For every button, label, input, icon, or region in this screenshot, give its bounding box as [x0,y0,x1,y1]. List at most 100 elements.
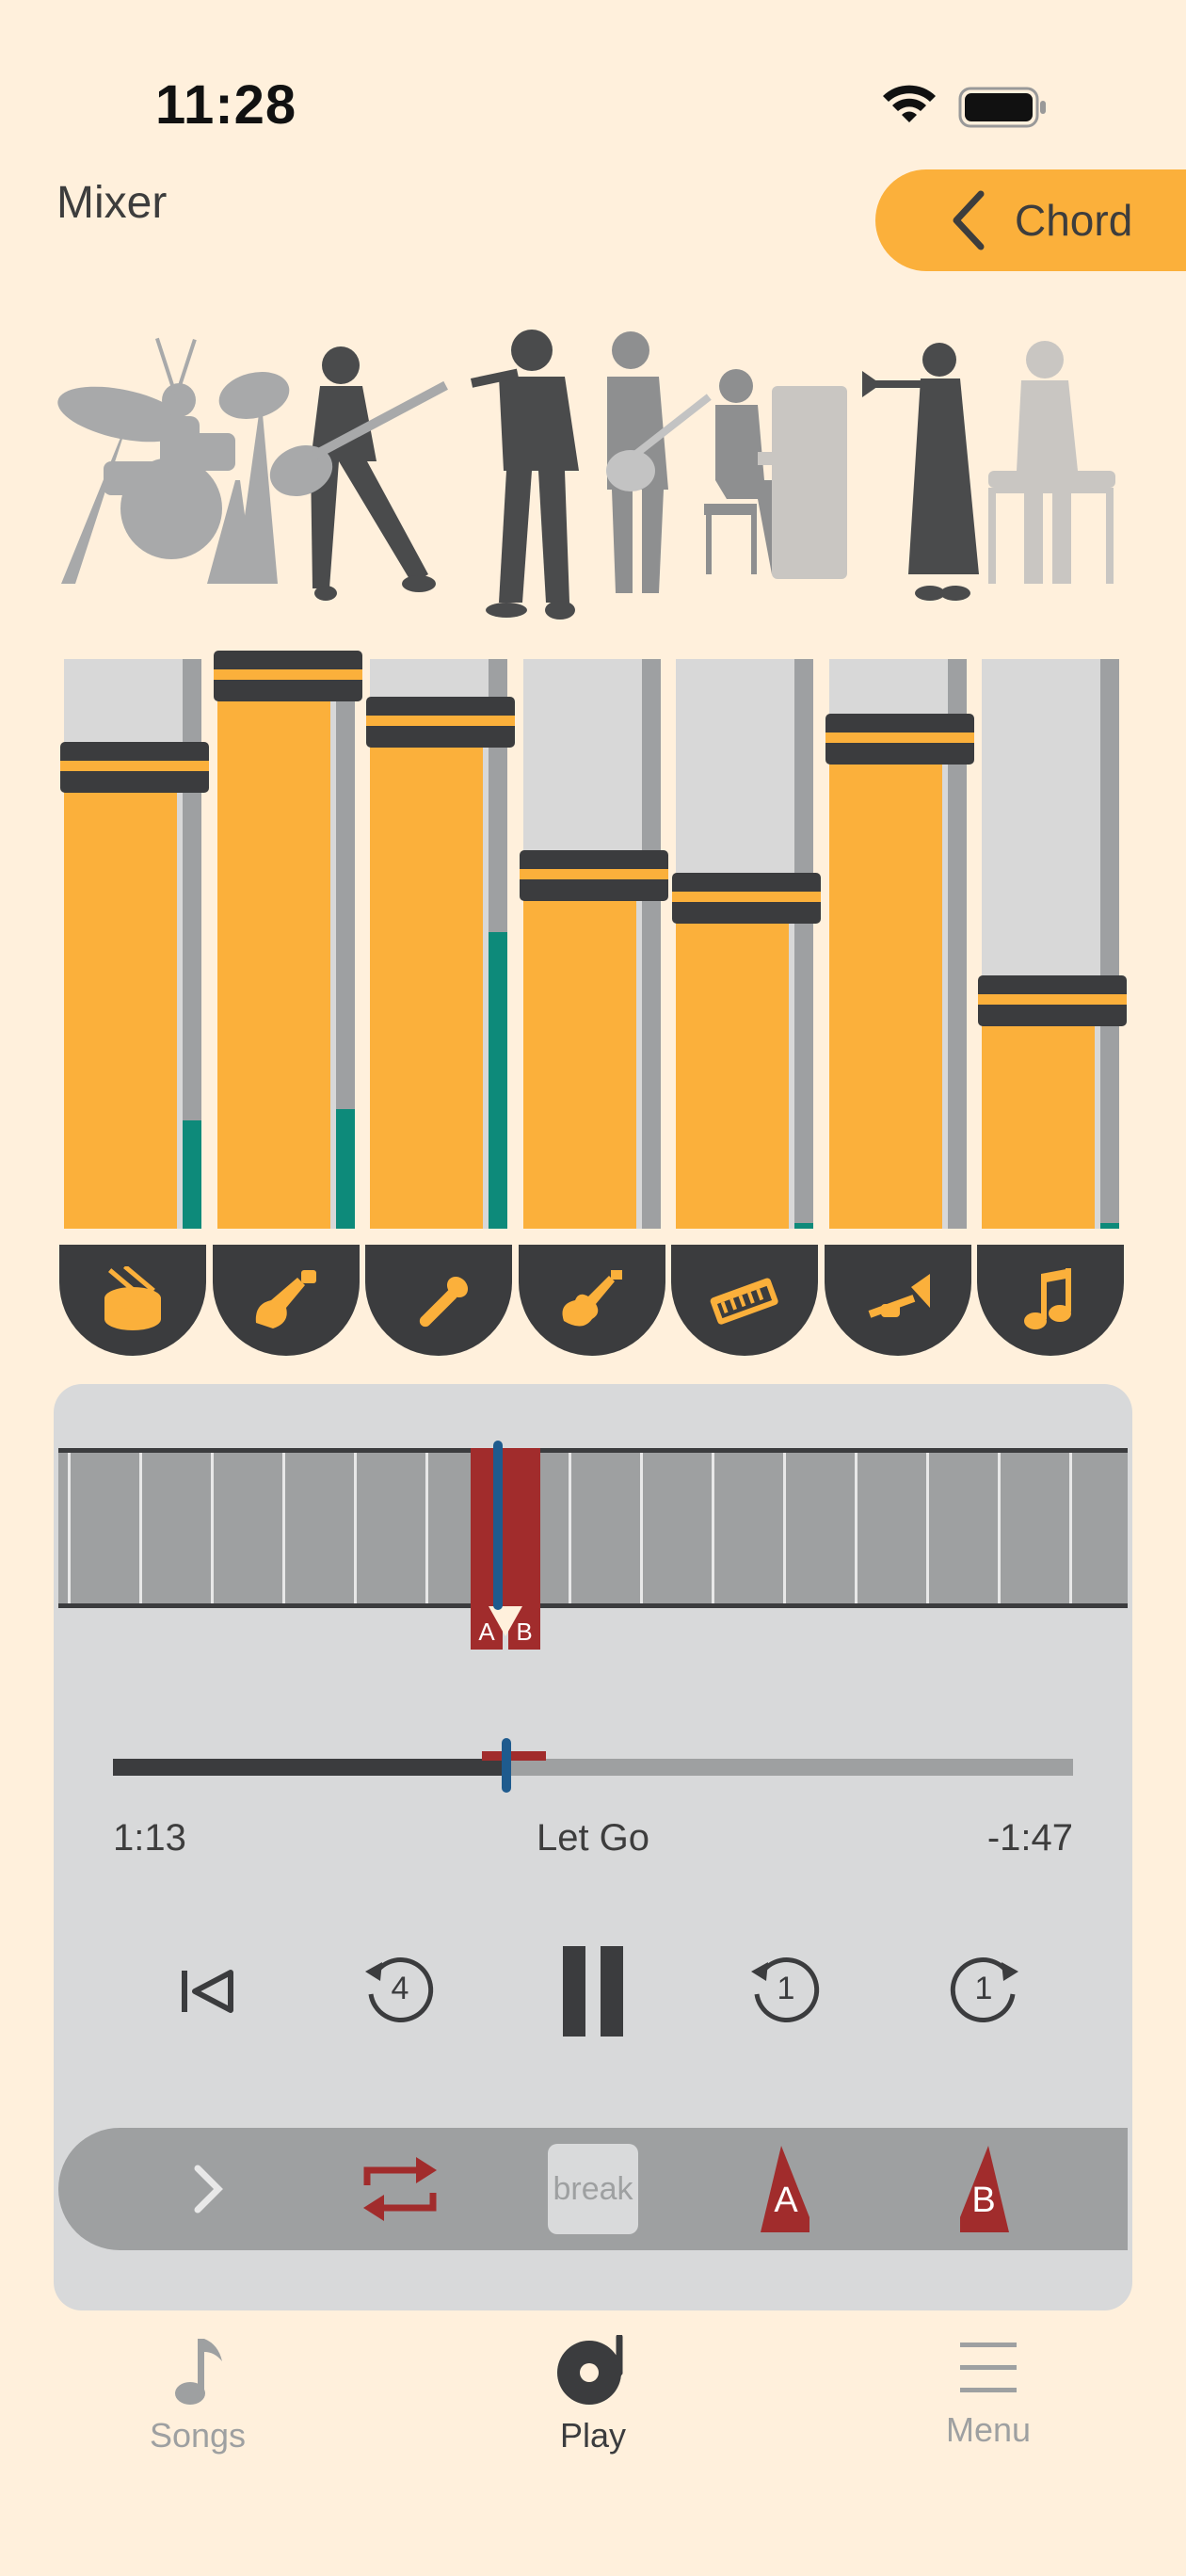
expand-toolbar-button[interactable] [160,2128,254,2250]
forward-1-label: 1 [974,1971,993,2006]
chevron-right-icon [194,2165,223,2214]
instrument-button-keyboard[interactable] [671,1245,818,1356]
instrument-button-guitar[interactable] [519,1245,665,1356]
set-a-button[interactable]: A [734,2128,838,2250]
tab-play-label: Play [559,2416,627,2455]
fader-track-drums[interactable] [60,659,209,1229]
bar-divider [354,1453,357,1603]
fader-track-trumpet[interactable] [825,659,974,1229]
wifi-icon [881,85,938,133]
music-note-icon [175,2339,222,2405]
loop-pointer [489,1606,522,1636]
fader-knob-keyboard[interactable] [672,873,821,924]
bar-divider [569,1453,571,1603]
remaining-time: -1:47 [986,1817,1073,1859]
set-a-label: A [774,2181,798,2220]
forward-1-button[interactable]: 1 [932,1940,1035,2043]
repeat-icon [363,2157,437,2221]
bar-divider [926,1453,929,1603]
fader-track-guitar[interactable] [520,659,668,1229]
rewind-4-label: 4 [391,1971,409,2006]
tab-play[interactable]: Play [471,2335,715,2476]
rewind-1-label: 1 [777,1971,795,2006]
rewind-1-button[interactable]: 1 [734,1940,838,2043]
fader-fill-drums [64,767,177,1229]
keyboardist-figure [988,341,1115,584]
ab-loop-region[interactable] [471,1448,540,1608]
trumpeter-figure [862,343,979,601]
tab-menu[interactable]: Menu [866,2335,1111,2476]
level-meter-guitar [642,659,661,1229]
level-meter-fill [183,1120,201,1229]
fader-track-bass[interactable] [214,651,362,1229]
fader-track-other[interactable] [978,659,1127,1229]
level-meter-bass [336,659,355,1229]
bar-divider [425,1453,428,1603]
set-b-button[interactable]: B [932,2128,1035,2250]
fader-fill-other [982,1001,1095,1229]
bar-divider [282,1453,285,1603]
bar-divider [1069,1453,1072,1603]
bar-divider [783,1453,786,1603]
bass-guitar-icon [255,1270,316,1328]
bar-divider [998,1453,1001,1603]
rewind-4-button[interactable]: 4 [348,1940,452,2043]
drum-icon [104,1266,161,1330]
battery-icon [958,87,1049,133]
level-meter-fill [794,1223,813,1229]
section-playhead[interactable] [493,1441,503,1610]
progress-scrubber[interactable] [502,1738,511,1793]
tab-menu-label: Menu [945,2410,1032,2449]
fader-knob-drums[interactable] [60,742,209,793]
fader-fill-vocal [370,722,483,1229]
progress-fill [113,1759,506,1776]
repeat-button[interactable] [348,2128,452,2250]
fader-knob-trumpet[interactable] [825,714,974,765]
break-label: break [548,2144,638,2234]
level-meter-other [1100,659,1119,1229]
fader-fill-trumpet [829,739,942,1229]
bar-divider [712,1453,714,1603]
fader-knob-vocal[interactable] [366,697,515,748]
music-note-icon [1024,1268,1071,1329]
level-meter-keyboard [794,659,813,1229]
instrument-button-bass[interactable] [213,1245,360,1356]
chevron-left-icon [953,190,985,250]
tab-songs[interactable]: Songs [75,2335,320,2476]
chord-button-label: Chord [1015,196,1133,245]
fader-knob-guitar[interactable] [520,850,668,901]
trumpet-icon [868,1274,930,1318]
instrument-button-other[interactable] [977,1245,1124,1356]
bar-divider [211,1453,214,1603]
microphone-icon [419,1276,469,1328]
level-meter-fill [1100,1223,1119,1229]
fader-knob-bass[interactable] [214,651,362,701]
fader-knob-other[interactable] [978,975,1127,1026]
drummer-figure [57,337,290,584]
instrument-button-trumpet[interactable] [825,1245,971,1356]
fader-track-keyboard[interactable] [672,659,821,1229]
skip-back-icon [182,1970,233,2013]
song-sections-strip[interactable] [58,1448,1128,1608]
chord-button[interactable]: Chord [875,169,1186,271]
bar-divider [640,1453,643,1603]
page-title: Mixer [56,178,168,228]
instrument-button-drums[interactable] [59,1245,206,1356]
keyboard-icon [710,1278,778,1325]
status-time: 11:28 [155,74,297,136]
break-button[interactable]: break [546,2128,640,2250]
level-meter-fill [489,932,507,1229]
hamburger-menu-icon [960,2343,1017,2392]
fader-fill-bass [217,676,330,1229]
fader-fill-keyboard [676,898,789,1229]
band-illustration [57,330,1115,620]
fader-fill-guitar [523,876,636,1229]
progress-ab-range [482,1751,546,1761]
electric-guitar-icon [562,1270,622,1327]
instrument-button-vocal[interactable] [365,1245,512,1356]
set-b-label: B [971,2181,996,2220]
turntable-icon [557,2335,623,2405]
pause-button[interactable] [546,1940,640,2043]
fader-track-vocal[interactable] [366,659,515,1229]
skip-to-start-button[interactable] [160,1940,254,2043]
